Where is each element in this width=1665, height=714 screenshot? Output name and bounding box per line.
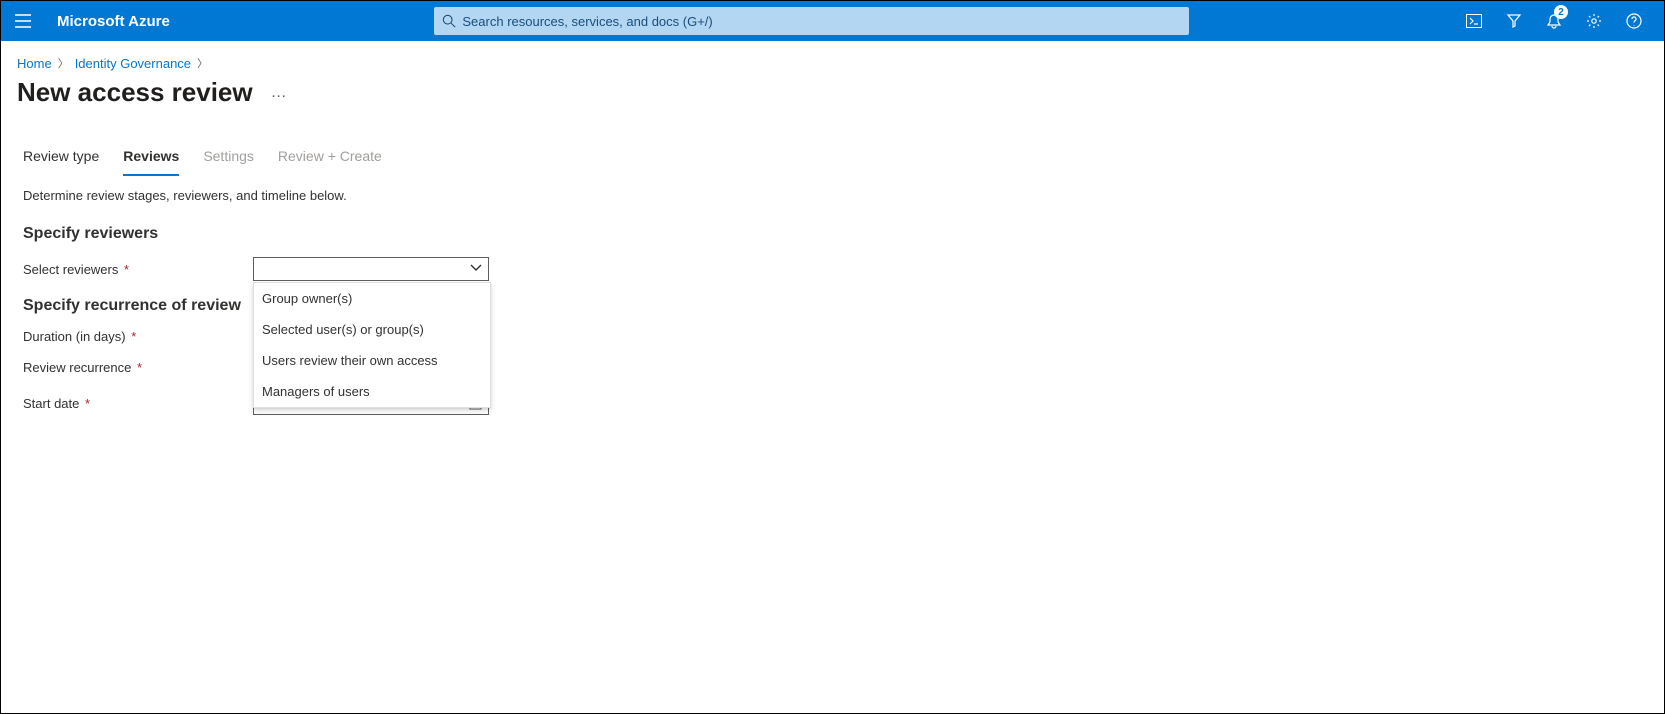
recurrence-label-text: Review recurrence: [23, 360, 131, 375]
global-header: Microsoft Azure 2: [1, 1, 1664, 41]
search-icon: [442, 14, 456, 28]
menu-icon[interactable]: [11, 9, 35, 33]
required-asterisk: *: [133, 360, 142, 375]
duration-label: Duration (in days) *: [23, 329, 253, 344]
select-reviewers-label-text: Select reviewers: [23, 262, 118, 277]
breadcrumb: Home 〉 Identity Governance 〉: [1, 41, 1664, 77]
section-specify-reviewers: Specify reviewers: [23, 225, 1642, 243]
tab-settings: Settings: [203, 148, 254, 176]
chevron-right-icon: 〉: [197, 55, 208, 71]
required-asterisk: *: [128, 329, 137, 344]
page-title: New access review: [17, 77, 253, 108]
required-asterisk: *: [120, 262, 129, 277]
brand-label: Microsoft Azure: [57, 13, 170, 30]
cloud-shell-icon[interactable]: [1454, 1, 1494, 41]
instruction-text: Determine review stages, reviewers, and …: [23, 188, 1642, 203]
more-actions-icon[interactable]: …: [271, 84, 288, 102]
option-group-owners[interactable]: Group owner(s): [254, 283, 490, 314]
help-icon[interactable]: [1614, 1, 1654, 41]
start-date-label-text: Start date: [23, 396, 79, 411]
search-input[interactable]: [456, 14, 1181, 29]
content-area: Determine review stages, reviewers, and …: [1, 176, 1664, 415]
header-icons: 2: [1454, 1, 1654, 41]
settings-icon[interactable]: [1574, 1, 1614, 41]
select-reviewers-label: Select reviewers *: [23, 262, 253, 277]
option-users-own-access[interactable]: Users review their own access: [254, 345, 490, 376]
chevron-down-icon: [470, 263, 482, 275]
duration-label-text: Duration (in days): [23, 329, 126, 344]
breadcrumb-home[interactable]: Home: [17, 56, 52, 71]
tab-review-type[interactable]: Review type: [23, 148, 99, 176]
notifications-icon[interactable]: 2: [1534, 1, 1574, 41]
select-reviewers-dropdown[interactable]: Group owner(s) Selected user(s) or group…: [253, 257, 489, 281]
select-reviewers-options: Group owner(s) Selected user(s) or group…: [253, 282, 491, 408]
page-title-row: New access review …: [1, 77, 1664, 112]
search-wrap: [180, 7, 1444, 35]
directory-filter-icon[interactable]: [1494, 1, 1534, 41]
tab-review-create: Review + Create: [278, 148, 382, 176]
option-managers-of-users[interactable]: Managers of users: [254, 376, 490, 407]
tab-reviews[interactable]: Reviews: [123, 148, 179, 176]
recurrence-label: Review recurrence *: [23, 360, 253, 375]
field-select-reviewers: Select reviewers * Group owner(s) Select…: [23, 257, 1642, 281]
global-search[interactable]: [434, 7, 1189, 35]
breadcrumb-identity-governance[interactable]: Identity Governance: [75, 56, 191, 71]
required-asterisk: *: [81, 396, 90, 411]
notification-badge: 2: [1554, 5, 1568, 19]
start-date-label: Start date *: [23, 396, 253, 411]
wizard-tabs: Review type Reviews Settings Review + Cr…: [1, 112, 1664, 176]
option-selected-users-groups[interactable]: Selected user(s) or group(s): [254, 314, 490, 345]
chevron-right-icon: 〉: [58, 55, 69, 71]
